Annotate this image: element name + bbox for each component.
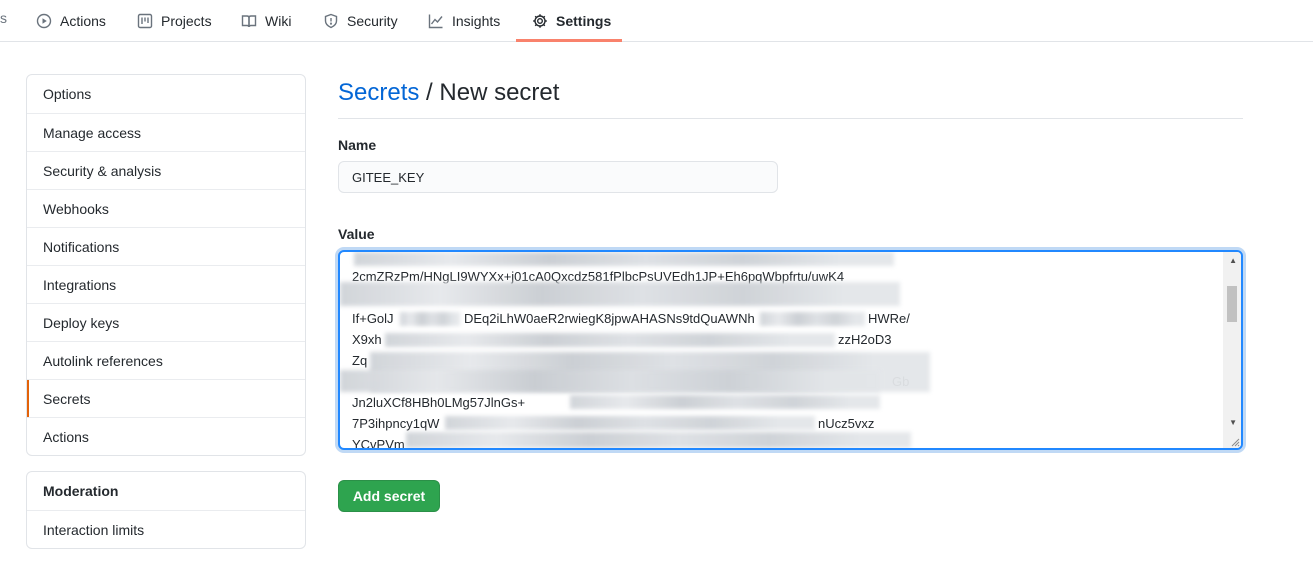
value-scrollbar[interactable]: ▲ ▼ (1223, 252, 1241, 448)
tab-projects-label: Projects (161, 13, 212, 29)
graph-icon (428, 14, 443, 29)
gear-icon (533, 14, 547, 28)
tab-security-label: Security (347, 13, 398, 29)
sidebar-item-deploy-keys[interactable]: Deploy keys (27, 303, 305, 341)
book-icon (241, 15, 257, 28)
sidebar-item-autolink-references[interactable]: Autolink references (27, 341, 305, 379)
tab-wiki-label: Wiki (265, 13, 292, 29)
redaction-mask (400, 312, 460, 326)
tab-projects[interactable]: Projects (137, 0, 212, 42)
moderation-menu: Moderation Interaction limits (26, 471, 306, 549)
value-fragment-1: DEq2iLhW0aeR2rwiegK8jpwAHASNs9tdQuAWNh (464, 311, 755, 326)
project-board-icon (137, 13, 153, 29)
sidebar-item-interaction-limits[interactable]: Interaction limits (27, 510, 305, 548)
repo-nav: s Actions Projects Wiki Security Insight… (0, 0, 1313, 42)
redaction-mask (385, 333, 835, 347)
breadcrumb-secrets-link[interactable]: Secrets (338, 79, 419, 106)
value-label: Value (338, 226, 375, 242)
sidebar-item-notifications[interactable]: Notifications (27, 227, 305, 265)
redaction-mask (760, 312, 865, 326)
value-line-3: X9xh (352, 332, 382, 347)
value-fragment-3: zzH2oD3 (838, 332, 892, 347)
tab-actions-label: Actions (60, 13, 106, 29)
redaction-mask (340, 282, 900, 306)
redaction-mask (340, 370, 880, 392)
tab-security[interactable]: Security (323, 0, 398, 42)
value-line-6: 7P3ihpncy1qW (352, 416, 440, 431)
page-title: Secrets / New secret (338, 79, 559, 107)
scroll-down-arrow-icon[interactable]: ▼ (1229, 418, 1237, 427)
secret-name-input[interactable]: GITEE_KEY (338, 161, 778, 193)
sidebar-item-secrets[interactable]: Secrets (27, 379, 305, 417)
breadcrumb-separator: / (419, 79, 440, 106)
resize-grip-icon[interactable] (1230, 437, 1240, 447)
play-circle-icon (36, 13, 52, 29)
scroll-up-arrow-icon[interactable]: ▲ (1229, 256, 1237, 265)
add-secret-button[interactable]: Add secret (338, 480, 440, 512)
redaction-mask (445, 416, 815, 430)
tab-insights[interactable]: Insights (428, 0, 500, 42)
sidebar-item-integrations[interactable]: Integrations (27, 265, 305, 303)
tab-settings-label: Settings (556, 13, 612, 29)
redaction-mask (354, 252, 894, 266)
sidebar-item-options[interactable]: Options (27, 75, 305, 113)
tab-settings[interactable]: Settings (532, 0, 611, 42)
sidebar-item-security-analysis[interactable]: Security & analysis (27, 151, 305, 189)
tab-code-partial[interactable]: s (0, 10, 7, 26)
tab-wiki[interactable]: Wiki (241, 0, 291, 42)
shield-icon (324, 13, 338, 29)
secret-value-textarea[interactable]: 2cmZRzPm/HNgLI9WYXx+j01cA0Qxcdz581fPlbcP… (338, 250, 1243, 450)
value-line-4: Zq (352, 353, 368, 368)
title-divider (338, 118, 1243, 119)
value-fragment-2: HWRe/ (868, 311, 910, 326)
settings-menu: Options Manage access Security & analysi… (26, 74, 306, 456)
breadcrumb-current: New secret (439, 79, 560, 106)
sidebar-item-webhooks[interactable]: Webhooks (27, 189, 305, 227)
tab-insights-label: Insights (452, 13, 501, 29)
scroll-thumb[interactable] (1227, 286, 1237, 322)
value-line-7: YCvPVm (352, 437, 405, 450)
active-tab-underline (516, 39, 622, 42)
value-line-5: Jn2luXCf8HBh0LMg57JlnGs+ (352, 395, 526, 410)
redaction-mask (570, 395, 880, 409)
value-fragment-5: nUcz5vxz (818, 416, 875, 431)
tab-actions[interactable]: Actions (36, 0, 106, 42)
moderation-heading: Moderation (43, 483, 119, 499)
name-label: Name (338, 137, 377, 153)
sidebar-item-actions[interactable]: Actions (27, 417, 305, 455)
sidebar-item-manage-access[interactable]: Manage access (27, 113, 305, 151)
redaction-mask (406, 432, 911, 448)
value-line-2: If+GolJ (352, 311, 394, 326)
